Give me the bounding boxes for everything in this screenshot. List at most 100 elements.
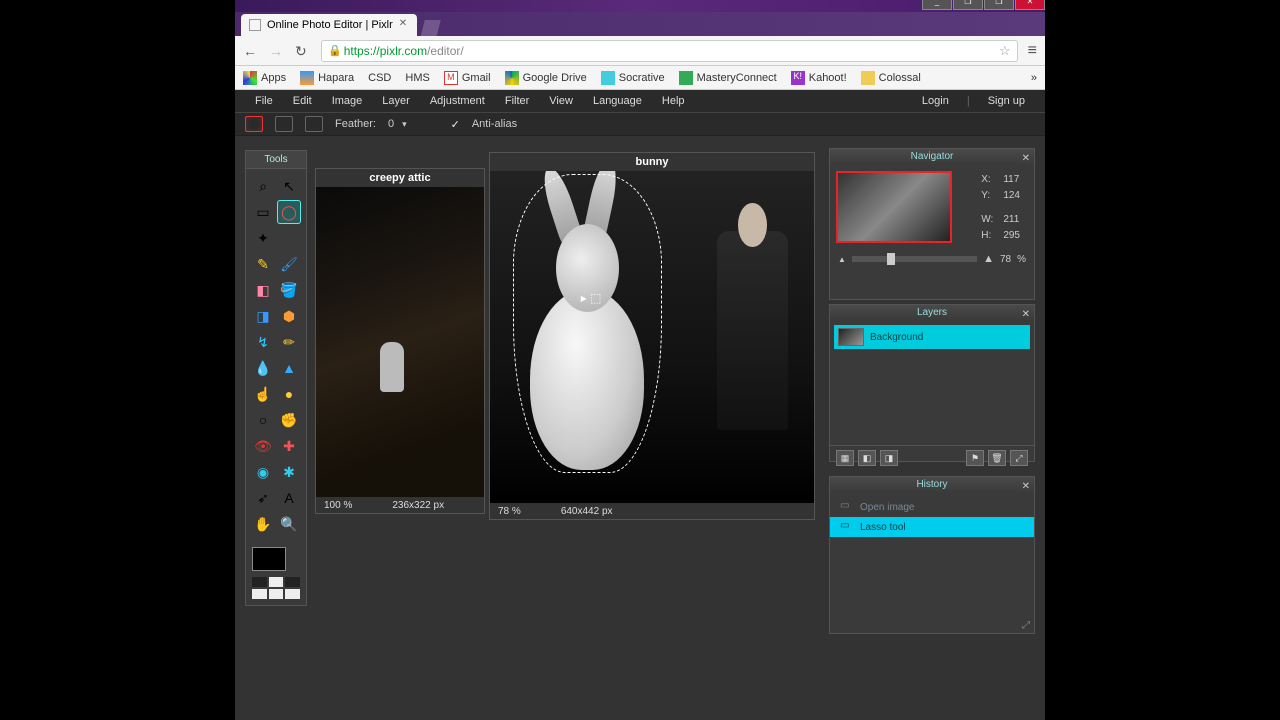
antialias-check-icon[interactable]: ✓ xyxy=(451,118,460,131)
tool-sponge[interactable]: ● xyxy=(278,383,300,405)
menu-file[interactable]: File xyxy=(245,95,283,107)
panel-close-icon[interactable]: ✕ xyxy=(1022,307,1030,323)
tool-redeye[interactable]: 👁 xyxy=(252,435,274,457)
menu-language[interactable]: Language xyxy=(583,95,652,107)
tool-marquee[interactable]: ▭ xyxy=(252,201,274,223)
zoom-slider[interactable]: ▲ ▲ 78 % xyxy=(838,253,1026,265)
bookmark-drive[interactable]: Google Drive xyxy=(505,71,587,85)
tool-gradient[interactable]: ◨ xyxy=(252,305,274,327)
swatch[interactable] xyxy=(252,589,267,599)
layer-new-icon[interactable]: ⚑ xyxy=(966,450,984,466)
layer-settings-icon[interactable]: ▦ xyxy=(836,450,854,466)
tool-smudge[interactable]: ☝ xyxy=(252,383,274,405)
swatch[interactable] xyxy=(252,577,267,587)
menu-edit[interactable]: Edit xyxy=(283,95,322,107)
panel-close-icon[interactable]: ✕ xyxy=(1022,151,1030,167)
tool-bucket[interactable]: 🪣 xyxy=(278,279,300,301)
doc-canvas[interactable] xyxy=(316,187,484,497)
bookmarks-overflow-icon[interactable]: » xyxy=(1031,72,1037,84)
hamburger-menu-icon[interactable]: ≡ xyxy=(1028,42,1037,60)
login-link[interactable]: Login xyxy=(912,95,959,107)
bookmark-hapara[interactable]: Hapara xyxy=(300,71,354,85)
menu-image[interactable]: Image xyxy=(322,95,373,107)
tool-replace[interactable]: ↯ xyxy=(252,331,274,353)
bookmark-star-icon[interactable]: ☆ xyxy=(999,43,1011,59)
signup-link[interactable]: Sign up xyxy=(978,95,1035,107)
tool-blur[interactable]: 💧 xyxy=(252,357,274,379)
tool-hand[interactable]: ✋ xyxy=(252,513,274,535)
address-bar[interactable]: 🔒 https:// pixlr.com /editor/ ☆ xyxy=(321,40,1018,62)
layer-row[interactable]: Background xyxy=(834,325,1030,349)
layer-style-icon[interactable]: ◨ xyxy=(880,450,898,466)
selection-add-icon[interactable] xyxy=(275,116,293,132)
zoom-in-icon[interactable]: ▲ xyxy=(983,253,994,265)
tool-burn[interactable]: ✊ xyxy=(278,409,300,431)
new-tab-button[interactable] xyxy=(421,20,441,36)
menu-filter[interactable]: Filter xyxy=(495,95,539,107)
tool-bloat[interactable]: ◉ xyxy=(252,461,274,483)
minimize-button[interactable]: _ xyxy=(922,0,952,10)
menu-help[interactable]: Help xyxy=(652,95,695,107)
tool-type[interactable]: A xyxy=(278,487,300,509)
back-button[interactable]: ← xyxy=(243,43,259,59)
reload-button[interactable]: ↻ xyxy=(295,43,311,59)
tool-draw[interactable]: ✏ xyxy=(278,331,300,353)
close-button[interactable]: ✕ xyxy=(1015,0,1045,10)
navigator-thumbnail[interactable] xyxy=(836,171,952,243)
bookmark-colossal[interactable]: Colossal xyxy=(861,71,921,85)
panel-header[interactable]: Navigator✕ xyxy=(830,149,1034,165)
swatch[interactable] xyxy=(285,589,300,599)
tool-move[interactable]: ↖ xyxy=(278,175,300,197)
zoom-out-icon[interactable]: ▲ xyxy=(838,255,846,264)
feather-value[interactable]: 0 xyxy=(388,118,394,130)
panel-resize-icon[interactable]: ⤢ xyxy=(1010,450,1028,466)
feather-dropdown-icon[interactable]: ▾ xyxy=(402,119,407,130)
bookmark-gmail[interactable]: MGmail xyxy=(444,71,491,85)
bookmark-hms[interactable]: HMS xyxy=(405,72,429,84)
tool-zoom[interactable]: 🔍 xyxy=(278,513,300,535)
tool-pinch[interactable]: ✱ xyxy=(278,461,300,483)
tool-crop[interactable]: ⌕ xyxy=(252,175,274,197)
menu-view[interactable]: View xyxy=(539,95,583,107)
tool-clone[interactable]: ⬢ xyxy=(278,305,300,327)
tool-spot[interactable]: ✚ xyxy=(278,435,300,457)
panel-close-icon[interactable]: ✕ xyxy=(1022,479,1030,495)
tool-brush[interactable]: 🖌 xyxy=(278,253,300,275)
swatch[interactable] xyxy=(269,589,284,599)
bookmark-socrative[interactable]: Socrative xyxy=(601,71,665,85)
panel-header[interactable]: Layers✕ xyxy=(830,305,1034,321)
tab-close-icon[interactable]: ✕ xyxy=(399,20,409,30)
tool-pencil[interactable]: ✎ xyxy=(252,253,274,275)
layer-mask-icon[interactable]: ◧ xyxy=(858,450,876,466)
tool-lasso[interactable]: ◯ xyxy=(278,201,300,223)
document-window-attic[interactable]: creepy attic 100 % 236x322 px xyxy=(315,168,485,514)
menu-adjustment[interactable]: Adjustment xyxy=(420,95,495,107)
history-item[interactable]: ▭Open image xyxy=(830,497,1034,517)
selection-sub-icon[interactable] xyxy=(305,116,323,132)
tool-wand[interactable]: ✦ xyxy=(252,227,274,249)
tool-sharpen[interactable]: ▲ xyxy=(278,357,300,379)
history-item[interactable]: ▭Lasso tool xyxy=(830,517,1034,537)
panel-resize-icon[interactable]: ⤢ xyxy=(1022,620,1030,631)
bookmark-mastery[interactable]: MasteryConnect xyxy=(679,71,777,85)
tool-dodge[interactable]: ○ xyxy=(252,409,274,431)
foreground-color[interactable] xyxy=(252,547,286,571)
layer-delete-icon[interactable]: 🗑 xyxy=(988,450,1006,466)
restore-button[interactable]: ❐ xyxy=(984,0,1014,10)
menu-layer[interactable]: Layer xyxy=(372,95,420,107)
swatch[interactable] xyxy=(285,577,300,587)
bookmark-kahoot[interactable]: K!Kahoot! xyxy=(791,71,847,85)
antialias-label[interactable]: Anti-alias xyxy=(472,118,517,130)
bookmark-csd[interactable]: CSD xyxy=(368,72,391,84)
swatch[interactable] xyxy=(269,577,284,587)
lasso-mode-icon[interactable] xyxy=(245,116,263,132)
document-window-bunny[interactable]: bunny ▸ ⬚ 78 % 640x442 px xyxy=(489,152,815,520)
panel-header[interactable]: History✕ xyxy=(830,477,1034,493)
tool-picker[interactable]: ➶ xyxy=(252,487,274,509)
apps-button[interactable]: Apps xyxy=(243,71,286,85)
maximize-button[interactable]: ❐ xyxy=(953,0,983,10)
forward-button[interactable]: → xyxy=(269,43,285,59)
tool-eraser[interactable]: ◧ xyxy=(252,279,274,301)
browser-tab[interactable]: Online Photo Editor | Pixlr ✕ xyxy=(241,14,417,36)
doc-canvas[interactable]: ▸ ⬚ xyxy=(490,171,814,503)
